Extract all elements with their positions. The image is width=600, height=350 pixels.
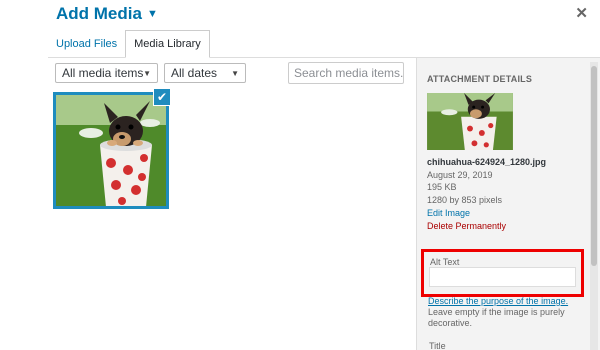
search-placeholder: Search media items... [294, 66, 404, 80]
alt-text-input[interactable] [429, 267, 576, 287]
describe-purpose-link[interactable]: Describe the purpose of the image. [428, 296, 568, 306]
media-type-select[interactable]: All media items ▼ [55, 63, 158, 83]
details-thumbnail [427, 93, 513, 150]
dropdown-arrow-icon: ▼ [143, 69, 151, 78]
file-size: 195 KB [427, 182, 457, 192]
delete-permanently-link[interactable]: Delete Permanently [427, 220, 506, 232]
tab-media-library[interactable]: Media Library [125, 30, 210, 58]
selected-check-icon[interactable]: ✔ [153, 88, 171, 106]
media-type-value: All media items [62, 66, 144, 80]
alt-text-label: Alt Text [430, 257, 460, 267]
alt-text-hint: Leave empty if the image is purely decor… [428, 307, 565, 328]
details-heading: ATTACHMENT DETAILS [427, 74, 533, 84]
filename: chihuahua-624924_1280.jpg [427, 157, 547, 167]
edit-image-link[interactable]: Edit Image [427, 207, 470, 219]
chihuahua-photo-small [427, 93, 513, 150]
caret-down-icon[interactable]: ▼ [147, 8, 158, 20]
title-label: Title [429, 341, 446, 350]
tab-upload-files[interactable]: Upload Files [48, 30, 125, 58]
dates-select[interactable]: All dates ▼ [164, 63, 246, 83]
dates-value: All dates [171, 66, 218, 80]
close-icon[interactable]: ✕ [575, 4, 588, 22]
upload-date: August 29, 2019 [427, 170, 493, 180]
chihuahua-photo [56, 95, 166, 206]
dropdown-arrow-icon: ▼ [231, 69, 239, 78]
search-input[interactable]: Search media items... [288, 62, 404, 84]
modal-title[interactable]: Add Media ▼ [56, 4, 158, 24]
modal-title-text: Add Media [56, 4, 142, 23]
attachment-thumbnail[interactable] [53, 92, 169, 209]
image-dimensions: 1280 by 853 pixels [427, 195, 503, 205]
tab-bar: Upload Files Media Library [48, 30, 408, 58]
scrollbar-thumb[interactable] [591, 66, 597, 266]
